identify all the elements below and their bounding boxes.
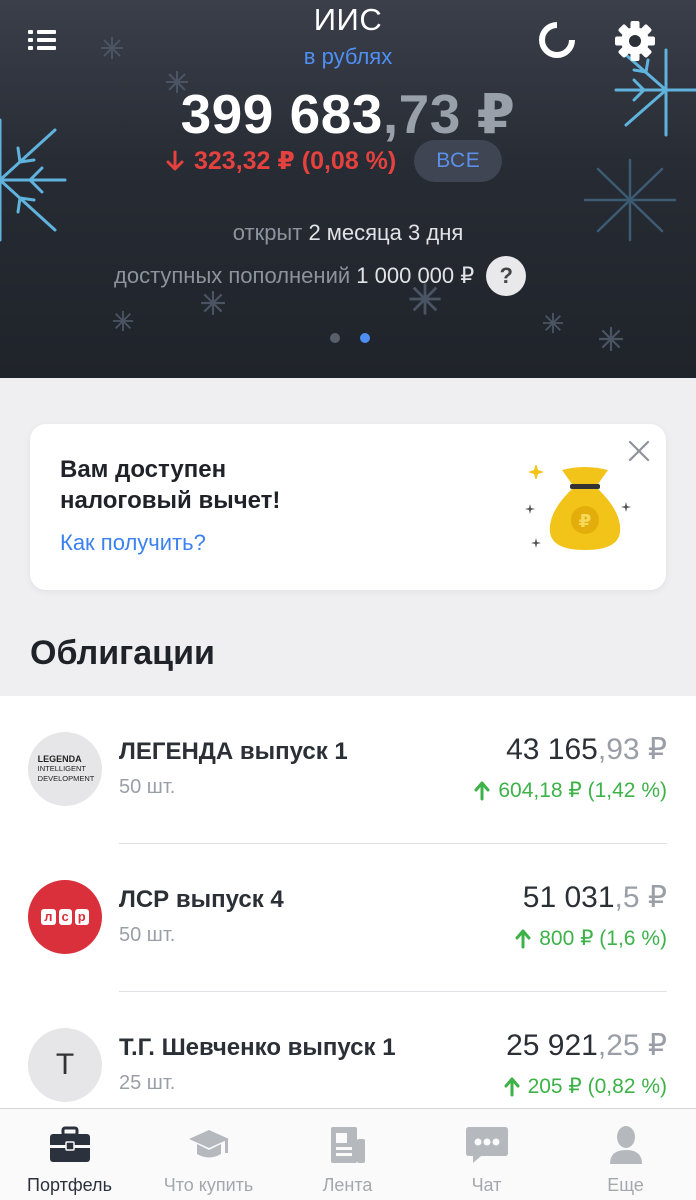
newspaper-icon [330, 1127, 365, 1163]
daily-change[interactable]: 323,32 ₽ (0,08 %) [166, 146, 396, 176]
help-icon[interactable]: ? [486, 256, 527, 296]
bond-list: LEGENDA INTELLIGENT DEVELOPMENT ЛЕГЕНДА … [0, 696, 696, 1108]
tab-label: Чат [471, 1175, 502, 1195]
briefcase-icon [49, 1126, 90, 1162]
legenda-logo: LEGENDA INTELLIGENT DEVELOPMENT [28, 732, 102, 806]
price-integer: 25 921 [506, 1029, 598, 1062]
account-age-value: 2 месяца 3 дня [308, 220, 464, 245]
arrow-up-icon [515, 929, 531, 948]
bond-gain: 800 ₽ (1,6 %) [515, 926, 667, 951]
tab-chat[interactable]: Чат [417, 1109, 556, 1200]
logo-line: LEGENDA [37, 754, 82, 764]
snowflake-icon [542, 312, 564, 334]
price-fraction: ,93 ₽ [597, 733, 667, 766]
lsr-logo-letter: л [41, 909, 56, 925]
bond-row[interactable]: Т Т.Г. Шевченко выпуск 1 25 шт. 25 921,2… [0, 992, 696, 1108]
bond-row[interactable]: л с р ЛСР выпуск 4 50 шт. 51 031,5 ₽ 800… [0, 844, 696, 992]
bond-price: 51 031,5 ₽ [523, 880, 667, 915]
daily-change-value: 323,32 ₽ (0,08 %) [194, 147, 397, 175]
tax-deduction-banner[interactable]: Вам доступен налоговый вычет! Как получи… [30, 424, 666, 590]
bond-name: Т.Г. Шевченко выпуск 1 [119, 1034, 396, 1061]
section-title: Облигации [30, 634, 215, 672]
arrow-up-icon [474, 781, 490, 800]
chat-bubble-icon [465, 1127, 508, 1163]
price-integer: 51 031 [522, 881, 615, 914]
bond-gain: 604,18 ₽ (1,42 %) [474, 778, 667, 803]
bottom-tab-bar: Портфель Что купить Лента Чат Еще [0, 1108, 696, 1200]
price-integer: 43 165 [506, 733, 598, 766]
all-period-button[interactable]: ВСЕ [414, 140, 503, 182]
bond-name: ЛСР выпуск 4 [119, 886, 284, 913]
available-deposits: доступных пополнений 1 000 000 ₽ ? [114, 256, 527, 296]
money-bag-icon: ₽ [525, 464, 631, 550]
available-deposits-label: доступных пополнений [114, 263, 351, 288]
profile-icon [609, 1126, 642, 1164]
gain-value: 205 ₽ (0,82 %) [527, 1075, 667, 1098]
lsr-logo: л с р [28, 880, 102, 954]
gain-value: 800 ₽ (1,6 %) [539, 927, 667, 950]
graduation-cap-icon [188, 1130, 229, 1158]
currency-selector[interactable]: в рублях [0, 44, 696, 70]
bond-quantity: 50 шт. [119, 924, 176, 946]
tab-what-to-buy[interactable]: Что купить [139, 1109, 278, 1200]
account-age-label: открыт [232, 220, 303, 245]
snowflake-icon [599, 327, 623, 351]
bond-gain: 205 ₽ (0,82 %) [504, 1074, 667, 1099]
arrow-down-icon [166, 150, 184, 171]
tab-label: Что купить [163, 1175, 254, 1195]
banner-link[interactable]: Как получить? [60, 530, 206, 556]
svg-text:₽: ₽ [579, 511, 592, 532]
banner-title: Вам доступен налоговый вычет! [60, 456, 281, 514]
portfolio-total: 399 683,73 ₽ [0, 82, 696, 146]
tab-label: Лента [322, 1175, 373, 1195]
total-fraction: ,73 ₽ [382, 83, 516, 145]
bond-name: ЛЕГЕНДА выпуск 1 [119, 738, 348, 765]
lsr-logo-letter: с [58, 909, 72, 925]
account-age: открыт 2 месяца 3 дня [0, 220, 696, 246]
page-indicator[interactable] [330, 333, 370, 343]
change-row: 323,32 ₽ (0,08 %) ВСЕ [166, 140, 503, 182]
tab-portfolio[interactable]: Портфель [0, 1109, 139, 1200]
tab-label: Еще [607, 1175, 644, 1195]
bond-price: 43 165,93 ₽ [506, 732, 667, 767]
bond-quantity: 50 шт. [119, 776, 176, 798]
snowflake-icon [112, 310, 134, 332]
gain-value: 604,18 ₽ (1,42 %) [498, 779, 667, 802]
account-title: ИИС [313, 2, 383, 37]
page-dot-active[interactable] [360, 333, 370, 343]
available-deposits-value: 1 000 000 ₽ [356, 263, 475, 288]
bond-row[interactable]: LEGENDA INTELLIGENT DEVELOPMENT ЛЕГЕНДА … [0, 696, 696, 844]
tab-feed[interactable]: Лента [278, 1109, 417, 1200]
avatar-letter: Т [55, 1048, 75, 1081]
logo-line: DEVELOPMENT [37, 774, 95, 783]
price-fraction: ,5 ₽ [614, 881, 667, 914]
page-dot[interactable] [330, 333, 340, 343]
letter-avatar: Т [28, 1028, 102, 1102]
price-fraction: ,25 ₽ [597, 1029, 667, 1062]
logo-line: INTELLIGENT [37, 764, 86, 773]
lsr-logo-letter: р [74, 909, 89, 925]
tab-label: Портфель [27, 1175, 112, 1195]
bond-quantity: 25 шт. [119, 1072, 176, 1094]
arrow-up-icon [504, 1077, 520, 1096]
tab-more[interactable]: Еще [556, 1109, 695, 1200]
bond-price: 25 921,25 ₽ [506, 1028, 667, 1063]
account-header: ИИС в рублях 399 683,73 ₽ 323,32 ₽ (0,08… [0, 0, 696, 378]
total-integer: 399 683 [180, 83, 383, 145]
